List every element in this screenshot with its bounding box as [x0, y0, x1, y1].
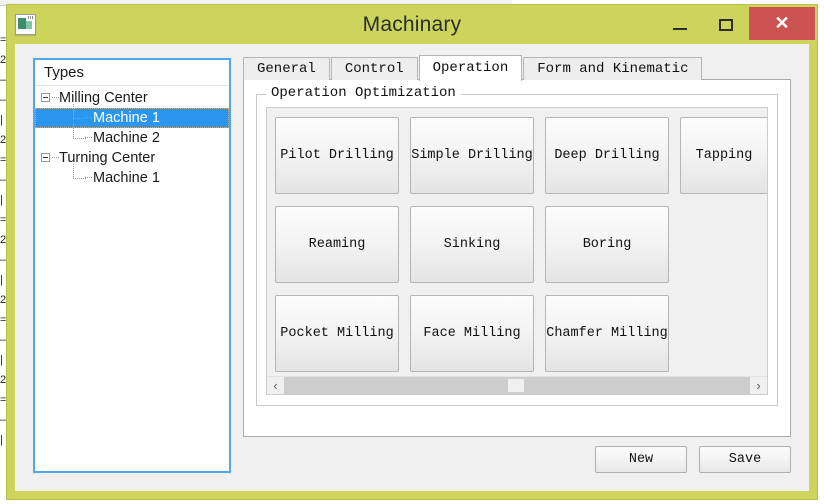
- tree-node-machine-1[interactable]: Machine 1: [35, 104, 229, 128]
- operation-button-tapping[interactable]: Tapping: [680, 117, 767, 194]
- operation-buttons-pane: Pilot Drilling Simple Drilling Deep Drilli…: [266, 107, 768, 395]
- tree-connector-elbow: [73, 104, 92, 119]
- operation-row: Reaming Sinking Boring: [275, 206, 767, 283]
- tree-node-label: Machine 1: [93, 110, 160, 126]
- tab-control[interactable]: Control: [330, 57, 418, 80]
- new-button[interactable]: New: [595, 446, 687, 473]
- maximize-icon: [719, 18, 733, 31]
- tree-connector-line: [73, 164, 92, 179]
- scroll-right-icon[interactable]: ›: [750, 377, 767, 394]
- tree-collapse-icon[interactable]: [41, 93, 50, 102]
- operation-row: Pocket Milling Face Milling Chamfer Millin…: [275, 295, 767, 372]
- operation-button-chamfer-milling[interactable]: Chamfer Milling: [545, 295, 669, 372]
- window-client-area: Types Milling Center Machine 1 Machine 2 Tu…: [15, 44, 809, 491]
- operation-button-pocket-milling[interactable]: Pocket Milling: [275, 295, 399, 372]
- tree-connector-line: [73, 124, 92, 139]
- operation-button-boring[interactable]: Boring: [545, 206, 669, 283]
- machinary-window: Machinary ✕ Types Milling Center Machine …: [6, 4, 818, 500]
- tree-header-label: Types: [35, 60, 229, 86]
- operation-button-sinking[interactable]: Sinking: [410, 206, 534, 283]
- types-tree-panel[interactable]: Types Milling Center Machine 1 Machine 2 Tu…: [33, 58, 231, 473]
- tree-node-list: Milling Center Machine 1 Machine 2 Turning …: [35, 86, 229, 188]
- maximize-button[interactable]: [703, 5, 749, 44]
- minimize-icon: [673, 27, 687, 30]
- minimize-button[interactable]: [657, 5, 703, 44]
- scrollbar-track[interactable]: [284, 377, 750, 394]
- operation-button-pilot-drilling[interactable]: Pilot Drilling: [275, 117, 399, 194]
- tree-connector-line: [52, 157, 59, 159]
- operation-tab-page: Operation Optimization Pilot Drilling Sim…: [243, 79, 791, 437]
- operation-row: Pilot Drilling Simple Drilling Deep Drilli…: [275, 117, 767, 194]
- scroll-left-icon[interactable]: ‹: [267, 377, 284, 394]
- tree-node-label: Machine 1: [93, 170, 160, 186]
- save-button[interactable]: Save: [699, 446, 791, 473]
- tree-node-milling-center[interactable]: Milling Center: [35, 88, 229, 108]
- operation-button-face-milling[interactable]: Face Milling: [410, 295, 534, 372]
- operation-button-deep-drilling[interactable]: Deep Drilling: [545, 117, 669, 194]
- close-button[interactable]: ✕: [749, 7, 815, 40]
- tab-operation[interactable]: Operation: [418, 55, 523, 81]
- tree-connector-line: [52, 97, 59, 99]
- operation-button-grid: Pilot Drilling Simple Drilling Deep Drilli…: [275, 117, 767, 372]
- horizontal-scrollbar[interactable]: ‹ ›: [267, 376, 767, 394]
- window-titlebar[interactable]: Machinary ✕: [7, 5, 817, 44]
- tree-node-machine-2[interactable]: Machine 2: [35, 124, 229, 148]
- operation-button-reaming[interactable]: Reaming: [275, 206, 399, 283]
- window-controls: ✕: [657, 5, 817, 44]
- operation-button-simple-drilling[interactable]: Simple Drilling: [410, 117, 534, 194]
- app-document-icon: [15, 14, 36, 35]
- scrollbar-thumb[interactable]: [507, 379, 524, 392]
- tree-node-label: Machine 2: [93, 130, 160, 146]
- tab-form-and-kinematic[interactable]: Form and Kinematic: [523, 57, 703, 80]
- tree-node-machine-1[interactable]: Machine 1: [35, 164, 229, 188]
- group-legend-label: Operation Optimization: [266, 85, 461, 101]
- tree-collapse-icon[interactable]: [41, 153, 50, 162]
- tab-strip: General Control Operation Form and Kinemati…: [243, 55, 791, 81]
- tab-container: General Control Operation Form and Kinemati…: [243, 55, 791, 474]
- tree-node-turning-center[interactable]: Turning Center: [35, 148, 229, 168]
- footer-button-bar: New Save: [595, 446, 791, 473]
- close-icon: ✕: [774, 13, 790, 33]
- tab-general[interactable]: General: [243, 57, 330, 80]
- operation-optimization-group: Operation Optimization Pilot Drilling Sim…: [256, 85, 778, 406]
